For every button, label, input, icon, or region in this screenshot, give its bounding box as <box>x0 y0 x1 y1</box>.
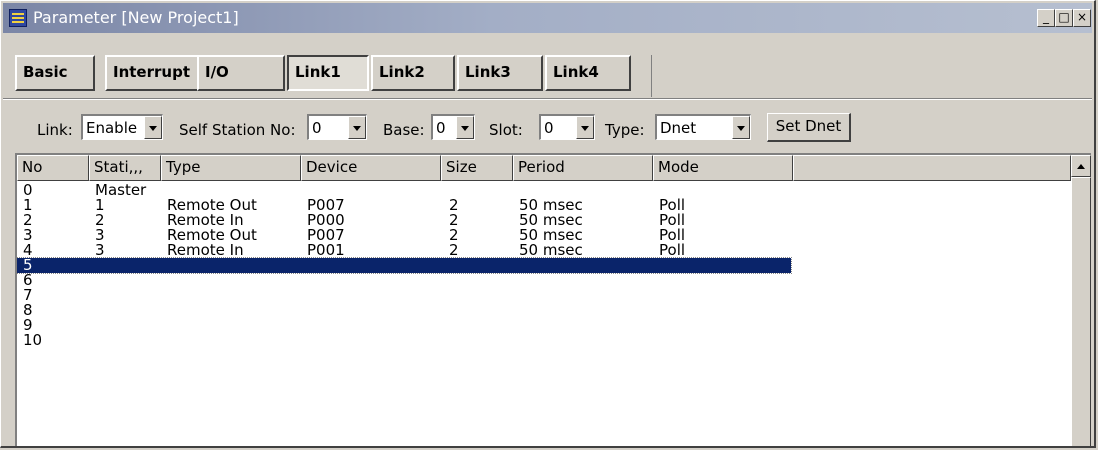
tab-link3[interactable]: Link3 <box>457 55 543 91</box>
table-row[interactable]: 4 3 Remote In P001 2 50 msec Poll <box>17 243 791 258</box>
chevron-down-icon[interactable] <box>576 116 594 139</box>
tab-link1[interactable]: Link1 <box>287 55 369 91</box>
table-row[interactable]: 7 <box>17 288 791 303</box>
link-label: Link: <box>37 121 73 139</box>
base-label: Base: <box>383 121 425 139</box>
chevron-down-icon[interactable] <box>732 116 750 139</box>
tab-link2[interactable]: Link2 <box>371 55 455 91</box>
toolbar-divider-highlight <box>3 99 1092 100</box>
scroll-thumb[interactable] <box>1071 177 1091 446</box>
minimize-button[interactable]: _ <box>1037 9 1055 27</box>
chevron-down-icon[interactable] <box>456 116 474 139</box>
vertical-scrollbar[interactable] <box>1071 155 1091 446</box>
tab-link4[interactable]: Link4 <box>545 55 631 91</box>
parameter-window: Parameter [New Project1] _ □ × Basic Int… <box>0 0 1096 448</box>
cell-mode: Poll <box>659 241 686 259</box>
column-header-blank[interactable] <box>793 155 1071 181</box>
column-header-type[interactable]: Type <box>161 155 301 181</box>
set-dnet-button[interactable]: Set Dnet <box>767 113 851 142</box>
self-station-value: 0 <box>312 119 322 137</box>
table-row[interactable]: 6 <box>17 273 791 288</box>
scroll-up-icon[interactable] <box>1071 155 1091 177</box>
column-header-device[interactable]: Device <box>301 155 441 181</box>
table-row[interactable]: 5 <box>17 257 792 274</box>
type-label: Type: <box>605 121 645 139</box>
column-header-mode[interactable]: Mode <box>653 155 793 181</box>
self-station-label: Self Station No: <box>179 121 296 139</box>
title-bar[interactable]: Parameter [New Project1] _ □ × <box>3 3 1092 33</box>
slot-value: 0 <box>544 119 554 137</box>
link-select[interactable]: Enable <box>81 114 163 140</box>
table-header: No Stati,,, Type Device Size Period Mode <box>17 155 1071 181</box>
tab-basic[interactable]: Basic <box>15 55 95 91</box>
cell-station: 3 <box>95 241 105 259</box>
slot-select[interactable]: 0 <box>539 114 595 140</box>
slot-label: Slot: <box>489 121 523 139</box>
app-icon <box>9 9 27 27</box>
column-header-period[interactable]: Period <box>513 155 653 181</box>
window-title: Parameter [New Project1] <box>33 8 239 27</box>
tab-io[interactable]: I/O <box>197 55 285 91</box>
cell-no: 10 <box>23 331 43 349</box>
base-select[interactable]: 0 <box>431 114 475 140</box>
column-header-size[interactable]: Size <box>441 155 513 181</box>
cell-device: P001 <box>307 241 345 259</box>
self-station-select[interactable]: 0 <box>307 114 367 140</box>
type-value: Dnet <box>660 119 697 137</box>
link-select-value: Enable <box>86 119 138 137</box>
type-select[interactable]: Dnet <box>655 114 751 140</box>
cell-size: 2 <box>449 241 459 259</box>
table-row[interactable]: 9 <box>17 318 791 333</box>
base-value: 0 <box>436 119 446 137</box>
column-header-no[interactable]: No <box>17 155 89 181</box>
close-button[interactable]: × <box>1073 9 1091 27</box>
column-header-station[interactable]: Stati,,, <box>89 155 161 181</box>
maximize-button[interactable]: □ <box>1055 9 1073 27</box>
table-row[interactable]: 8 <box>17 303 791 318</box>
tab-interrupt[interactable]: Interrupt <box>105 55 201 91</box>
chevron-down-icon[interactable] <box>144 116 162 139</box>
table-row[interactable]: 10 <box>17 333 791 348</box>
cell-period: 50 msec <box>519 241 583 259</box>
tab-divider <box>651 55 652 97</box>
cell-type: Remote In <box>167 241 244 259</box>
link-table: No Stati,,, Type Device Size Period Mode… <box>15 153 1091 446</box>
chevron-down-icon[interactable] <box>348 116 366 139</box>
